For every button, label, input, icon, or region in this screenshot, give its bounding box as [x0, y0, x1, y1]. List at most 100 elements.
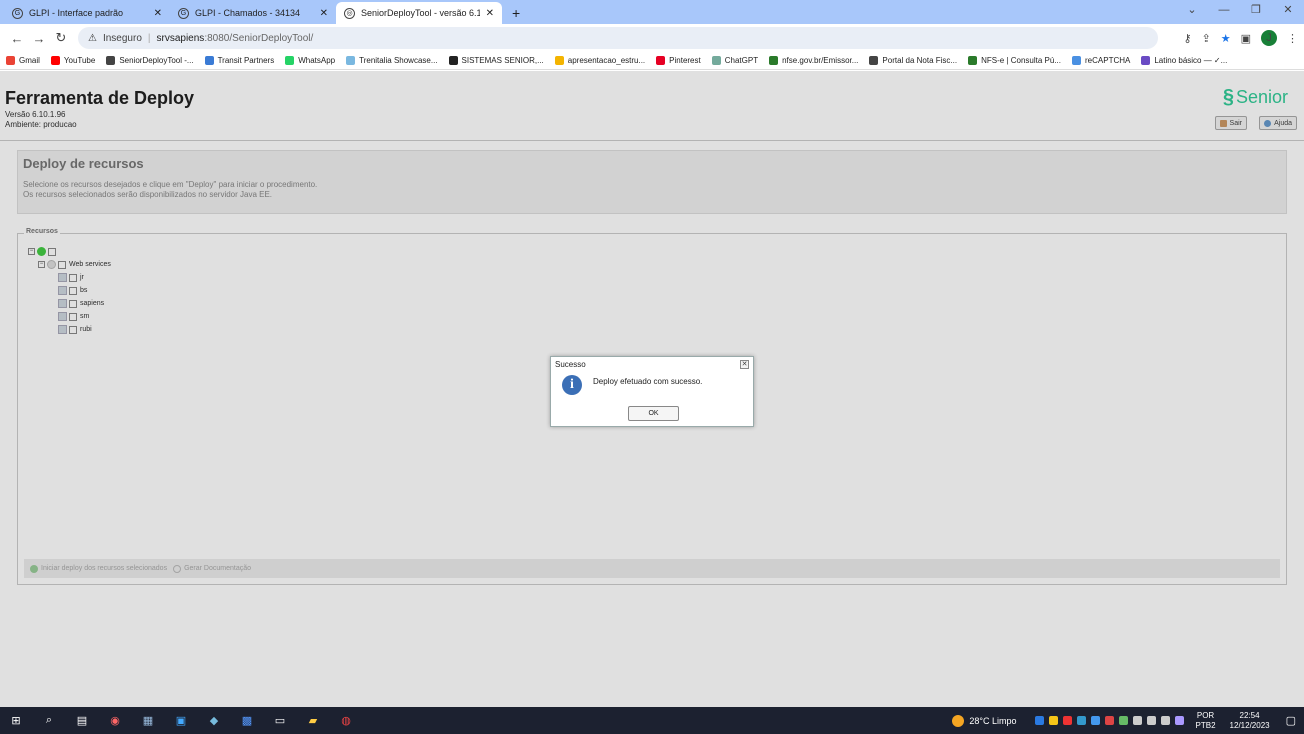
terminal-icon[interactable]: ▭ [272, 713, 288, 729]
bookmark-icon [6, 56, 15, 65]
store-icon[interactable]: ▣ [173, 713, 189, 729]
bookmark-label: SISTEMAS SENIOR,... [461, 56, 544, 65]
bookmark-item[interactable]: ChatGPT [711, 56, 759, 65]
close-window-icon[interactable]: ✕ [1272, 0, 1304, 22]
bookmark-label: ChatGPT [724, 56, 759, 65]
bookmark-item[interactable]: reCAPTCHA [1072, 56, 1130, 65]
ok-button[interactable]: OK [628, 406, 679, 421]
bookmark-item[interactable]: apresentacao_estru... [554, 56, 646, 65]
browser-tab-glpi-interface[interactable]: G GLPI - Interface padrão ✕ [4, 2, 170, 24]
lang-label: POR [1196, 710, 1215, 720]
bookmark-item[interactable]: Trenitalia Showcase... [346, 56, 438, 65]
weather-widget[interactable]: 28°C Limpo [952, 714, 1017, 727]
close-tab-icon[interactable]: ✕ [486, 8, 494, 19]
browser-tabbar: G GLPI - Interface padrão ✕ G GLPI - Cha… [0, 0, 1304, 24]
tab-search-icon[interactable]: ⌄ [1176, 0, 1208, 22]
network-icon[interactable] [1132, 716, 1142, 725]
bookmark-label: Latino básico — ✓... [1154, 56, 1228, 65]
tab-title: GLPI - Chamados - 34134 [195, 8, 301, 18]
back-icon[interactable]: ← [6, 31, 28, 46]
folder-icon[interactable]: ▰ [305, 713, 321, 729]
app-icon[interactable]: ▦ [140, 713, 156, 729]
warning-icon[interactable]: ⚠ [88, 33, 97, 44]
star-icon[interactable]: ★ [1221, 32, 1231, 45]
display-icon[interactable] [1146, 716, 1156, 725]
windows-start-icon[interactable]: ⊞ [8, 713, 24, 729]
bookmark-label: nfse.gov.br/Emissor... [782, 56, 859, 65]
clock[interactable]: 22:54 12/12/2023 [1230, 711, 1270, 731]
close-tab-icon[interactable]: ✕ [320, 8, 328, 19]
reload-icon[interactable]: ↻ [50, 30, 72, 46]
lang-layout: PTB2 [1195, 720, 1216, 730]
pen-icon[interactable] [1174, 716, 1184, 725]
browser-tab-glpi-chamados[interactable]: G GLPI - Chamados - 34134 ✕ [170, 2, 336, 24]
tray-app-icon[interactable] [1076, 716, 1086, 725]
tray-app-icon[interactable] [1118, 716, 1128, 725]
security-label[interactable]: Inseguro [103, 33, 142, 44]
bookmark-label: apresentacao_estru... [567, 56, 646, 65]
bookmark-icon [869, 56, 879, 65]
close-tab-icon[interactable]: ✕ [154, 8, 162, 19]
new-tab-button[interactable]: + [502, 5, 530, 24]
tray-app-icon[interactable] [1048, 716, 1058, 725]
sidepanel-icon[interactable]: ▣ [1241, 32, 1251, 45]
bookmark-item[interactable]: SISTEMAS SENIOR,... [448, 56, 544, 65]
maximize-icon[interactable]: ❐ [1240, 0, 1272, 22]
bookmark-icon [554, 56, 564, 65]
address-path: :8080/SeniorDeployTool/ [204, 32, 314, 44]
bookmark-icon [448, 56, 458, 65]
bookmark-item[interactable]: Transit Partners [204, 56, 274, 65]
bookmark-item[interactable]: Pinterest [656, 56, 701, 65]
bookmark-icon [656, 56, 666, 65]
bookmark-item[interactable]: NFS-e | Consulta Pú... [968, 56, 1061, 65]
task-view-icon[interactable]: ▤ [74, 713, 90, 729]
notifications-icon[interactable]: ▢ [1286, 714, 1296, 727]
app-icon[interactable]: ◉ [107, 713, 123, 729]
forward-icon[interactable]: → [28, 31, 50, 46]
profile-avatar[interactable]: J [1261, 30, 1277, 46]
bookmark-item[interactable]: Portal da Nota Fisc... [869, 56, 957, 65]
toolbar-actions: ⚷ ⇪ ★ ▣ J ⋮ [1183, 30, 1298, 46]
clock-date: 12/12/2023 [1229, 720, 1270, 730]
volume-icon[interactable] [1160, 716, 1170, 725]
bookmark-label: Portal da Nota Fisc... [882, 56, 958, 65]
bookmark-item[interactable]: Latino básico — ✓... [1141, 56, 1227, 65]
tray-app-icon[interactable] [1104, 716, 1114, 725]
system-tray: 28°C Limpo POR PTB2 22:54 12/12/2023 ▢ [952, 711, 1296, 731]
share-icon[interactable]: ⇪ [1202, 32, 1211, 45]
key-icon[interactable]: ⚷ [1183, 32, 1191, 45]
tray-app-icon[interactable] [1062, 716, 1072, 725]
bookmark-label: WhatsApp [298, 56, 336, 65]
glpi-icon: G [12, 7, 23, 19]
bookmark-item[interactable]: WhatsApp [285, 56, 335, 65]
bookmark-label: YouTube [63, 56, 96, 65]
search-icon[interactable]: ⌕ [41, 713, 57, 729]
app-icon[interactable]: ◆ [206, 713, 222, 729]
bluetooth-icon[interactable] [1034, 716, 1044, 725]
menu-icon[interactable]: ⋮ [1287, 32, 1298, 45]
bookmark-item[interactable]: SeniorDeployTool -... [106, 56, 194, 65]
bookmark-item[interactable]: YouTube [50, 56, 96, 65]
weather-label: 28°C Limpo [969, 715, 1017, 726]
browser-tab-senior-deploy[interactable]: ◎ SeniorDeployTool - versão 6.10.1 ✕ [336, 2, 502, 24]
bookmark-item[interactable]: nfse.gov.br/Emissor... [769, 56, 858, 65]
language-indicator[interactable]: POR PTB2 [1196, 711, 1216, 731]
bookmark-icon [204, 56, 214, 65]
chrome-icon[interactable]: ◍ [338, 713, 354, 729]
bookmark-icon [346, 56, 356, 65]
weather-icon [952, 714, 965, 727]
tray-app-icon[interactable] [1090, 716, 1100, 725]
bookmark-icon [1141, 56, 1151, 65]
minimize-icon[interactable]: — [1208, 0, 1240, 22]
close-icon[interactable]: ✕ [740, 360, 749, 369]
tab-title: SeniorDeployTool - versão 6.10.1 [361, 8, 480, 18]
glpi-icon: G [178, 7, 189, 19]
bookmark-label: SeniorDeployTool -... [119, 56, 194, 65]
bookmark-label: Gmail [19, 56, 40, 65]
windows-taskbar: ⊞ ⌕ ▤ ◉ ▦ ▣ ◆ ▩ ▭ ▰ ◍ 28°C Limpo POR PTB… [0, 707, 1304, 734]
address-separator: | [147, 32, 151, 44]
bookmark-item[interactable]: Gmail [6, 56, 40, 65]
address-bar[interactable]: ⚠ Inseguro | srvsapiens:8080/SeniorDeplo… [78, 27, 1158, 49]
info-icon: i [562, 375, 582, 395]
app-icon[interactable]: ▩ [239, 713, 255, 729]
